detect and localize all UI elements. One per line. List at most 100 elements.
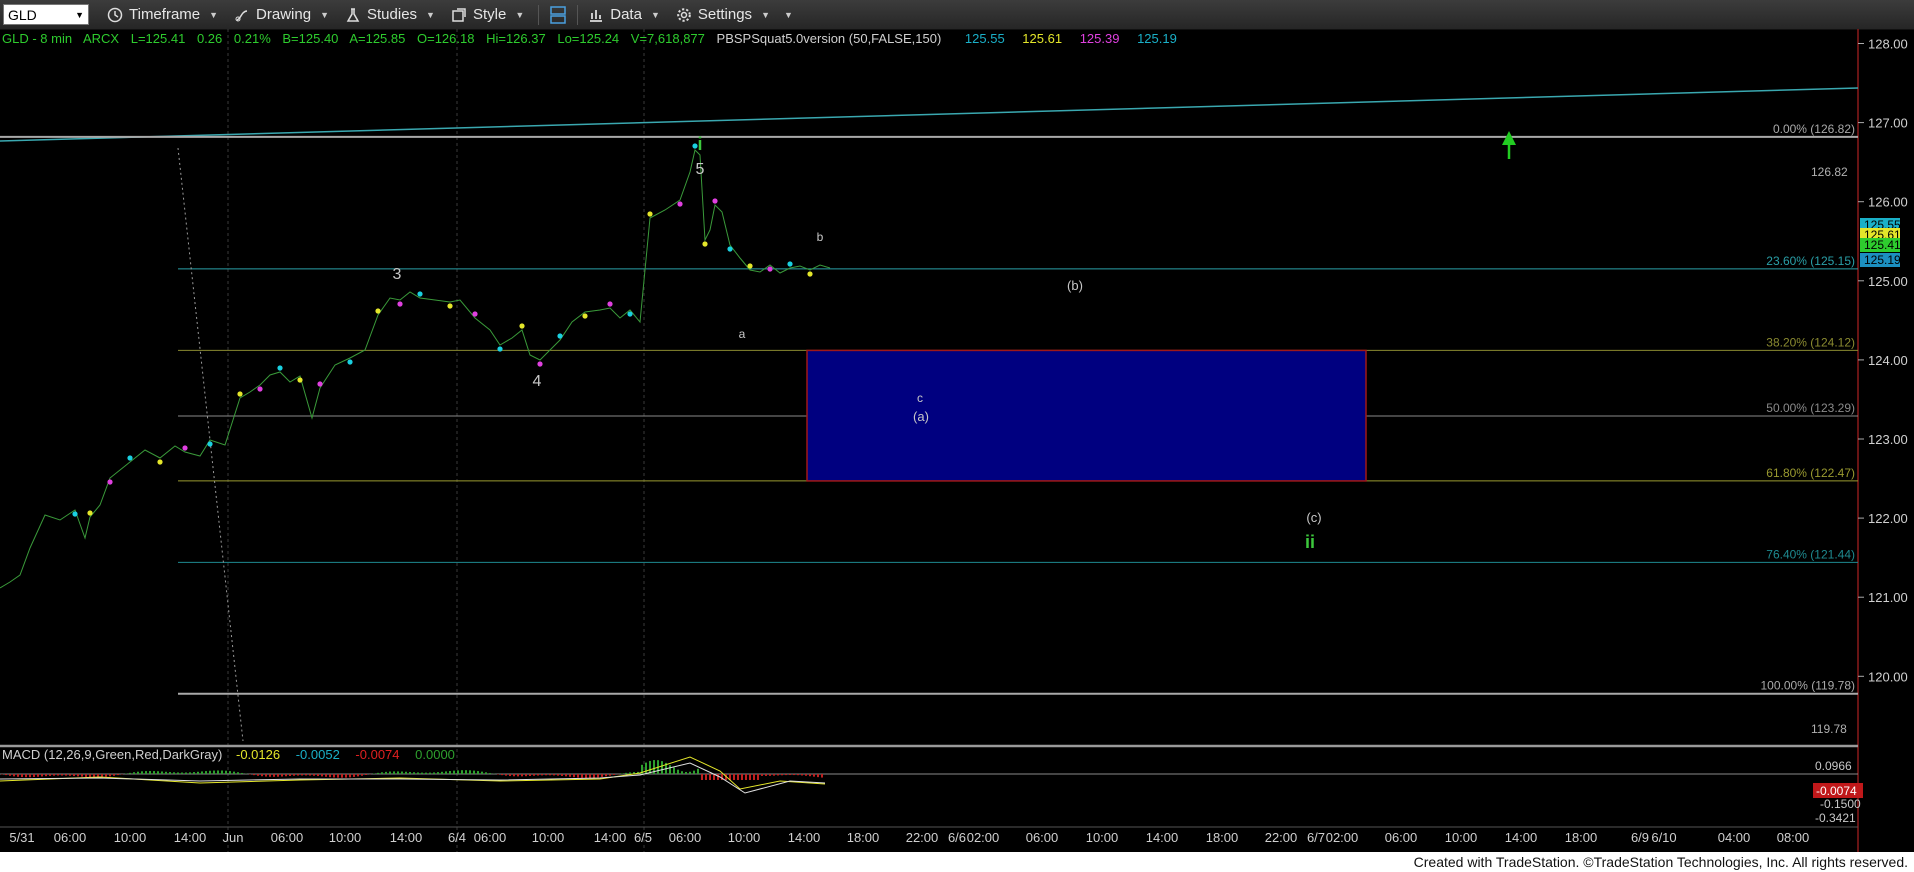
status-bid: B=125.40 xyxy=(282,31,338,46)
signal-dot xyxy=(157,459,163,465)
time-axis-label: 10:00 xyxy=(532,830,565,845)
price-chart[interactable]: 0.00% (126.82) 23.60% (125.15) 38.20% (124… xyxy=(0,29,1914,852)
studies-label: Studies xyxy=(367,6,418,23)
fib-level-label: 76.40% (121.44) xyxy=(1766,547,1855,561)
wave-label: (a) xyxy=(913,409,929,424)
status-low: Lo=125.24 xyxy=(557,31,619,46)
signal-dot xyxy=(472,311,478,317)
time-axis-label: 02:00 xyxy=(1326,830,1359,845)
signal-dot xyxy=(397,301,403,307)
time-axis-label: 6/9 xyxy=(1631,830,1649,845)
up-arrow-icon xyxy=(1502,131,1516,159)
status-volume: V=7,618,877 xyxy=(631,31,705,46)
symbol-value: GLD xyxy=(8,6,37,23)
wave-label: 3 xyxy=(393,266,402,283)
fib-level-label: 38.20% (124.12) xyxy=(1766,335,1855,349)
wave-label: 4 xyxy=(533,373,542,390)
signal-dot xyxy=(807,271,813,277)
time-axis-label: 04:00 xyxy=(1718,830,1751,845)
signal-dot xyxy=(182,445,188,451)
price-tick-label: 124.00 xyxy=(1868,353,1908,368)
signal-dot xyxy=(607,301,613,307)
time-axis-label: Jun xyxy=(223,830,244,845)
flask-icon xyxy=(346,7,360,22)
indicator-value-3: 125.39 xyxy=(1080,31,1120,46)
price-axis: 128.00 127.00 126.00 125.00 124.00 123.00 122.… xyxy=(1858,37,1908,684)
settings-menu[interactable]: Settings ▼ ▼ xyxy=(676,6,793,23)
price-badges: 125.55125.61125.41125.19 xyxy=(1860,218,1901,267)
time-axis-label: 10:00 xyxy=(1445,830,1478,845)
status-ask: A=125.85 xyxy=(349,31,405,46)
signal-dot xyxy=(787,261,793,267)
macd-tick-mid: -0.1500 xyxy=(1820,797,1861,811)
time-axis-label: 06:00 xyxy=(271,830,304,845)
signal-dot xyxy=(557,333,563,339)
price-tick-label: 126.00 xyxy=(1868,195,1908,210)
price-badge-value: 125.19 xyxy=(1864,253,1901,267)
time-axis-label: 6/5 xyxy=(634,830,652,845)
signal-dot xyxy=(277,365,283,371)
time-axis-label: 06:00 xyxy=(669,830,702,845)
status-last: L=125.41 xyxy=(131,31,186,46)
signal-dot xyxy=(519,323,525,329)
studies-menu[interactable]: Studies ▼ xyxy=(345,6,435,23)
time-axis-label: 6/4 xyxy=(448,830,466,845)
symbol-input[interactable]: GLD ▼ xyxy=(3,4,89,25)
price-tick-label: 121.00 xyxy=(1868,590,1908,605)
price-tick-label: 123.00 xyxy=(1868,432,1908,447)
status-exchange: ARCX xyxy=(83,31,119,46)
style-icon xyxy=(452,7,466,22)
status-change: 0.26 xyxy=(197,31,222,46)
toolbar-divider xyxy=(538,4,540,25)
chevron-down-icon: ▼ xyxy=(515,9,525,20)
indicator-value-2: 125.61 xyxy=(1022,31,1062,46)
fib-bottom-axis-label: 119.78 xyxy=(1811,722,1847,736)
chevron-down-icon: ▼ xyxy=(320,9,329,20)
signal-dot xyxy=(712,198,718,204)
time-axis-label: 22:00 xyxy=(906,830,939,845)
chevron-down-icon: ▼ xyxy=(650,9,660,20)
indicator-value-4: 125.19 xyxy=(1137,31,1177,46)
wave-label: i xyxy=(697,134,702,154)
signal-dot xyxy=(72,511,78,517)
signal-dot xyxy=(747,263,753,269)
time-axis-label: 10:00 xyxy=(329,830,362,845)
settings-label: Settings xyxy=(697,6,753,23)
timeframe-menu[interactable]: Timeframe ▼ xyxy=(107,6,218,23)
chevron-down-icon: ▼ xyxy=(209,9,219,20)
time-axis-label: 02:00 xyxy=(967,830,1000,845)
style-menu[interactable]: Style ▼ xyxy=(451,6,524,23)
signal-dot xyxy=(207,441,213,447)
time-axis-label: 06:00 xyxy=(54,830,87,845)
data-menu[interactable]: Data ▼ xyxy=(588,6,660,23)
signal-dot xyxy=(257,386,263,392)
layout-icon xyxy=(550,5,566,24)
status-high: Hi=126.37 xyxy=(486,31,546,46)
macd-value-3: -0.0074 xyxy=(355,747,399,762)
layout-button[interactable] xyxy=(549,5,567,25)
time-axis-label: 06:00 xyxy=(1026,830,1059,845)
price-tick-label: 128.00 xyxy=(1868,37,1908,52)
signal-dot xyxy=(87,510,93,516)
time-axis-label: 14:00 xyxy=(1505,830,1538,845)
macd-badge-value: -0.0074 xyxy=(1816,784,1857,798)
drawing-menu[interactable]: Drawing ▼ xyxy=(234,6,329,23)
time-axis-label: 10:00 xyxy=(728,830,761,845)
macd-value-2: -0.0052 xyxy=(296,747,340,762)
signal-dot xyxy=(582,313,588,319)
footer-text: Created with TradeStation. ©TradeStation… xyxy=(1413,854,1908,870)
fib-level-label: 23.60% (125.15) xyxy=(1766,254,1855,268)
fib-level-label: 50.00% (123.29) xyxy=(1766,401,1855,415)
fib-top-axis-label: 126.82 xyxy=(1811,165,1848,179)
chevron-down-icon: ▼ xyxy=(426,9,435,20)
price-tick-label: 120.00 xyxy=(1868,669,1908,684)
signal-dot xyxy=(537,361,543,367)
gear-icon xyxy=(677,7,691,22)
signal-dot xyxy=(237,391,243,397)
time-axis-label: 10:00 xyxy=(1086,830,1119,845)
wave-label: ii xyxy=(1305,532,1315,552)
chevron-down-icon[interactable]: ▼ xyxy=(75,10,84,20)
signal-dot xyxy=(347,359,353,365)
time-axis-label: 14:00 xyxy=(594,830,627,845)
price-tick-label: 122.00 xyxy=(1868,511,1908,526)
